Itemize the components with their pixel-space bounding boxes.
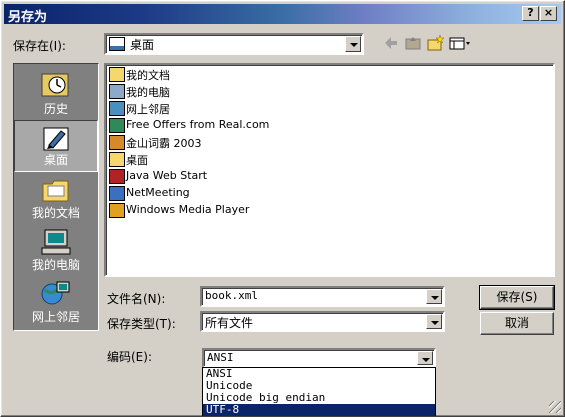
desktop-icon [41,125,73,153]
real-icon [109,118,125,133]
encoding-option-utf8[interactable]: UTF-8 [203,404,435,416]
window-title: 另存为 [8,10,48,25]
save-in-label: 保存在(I): [13,39,66,53]
resize-grip[interactable] [549,401,561,413]
filetype-value: 所有文件 [205,316,254,330]
filename-input[interactable]: book.xml [200,286,445,307]
file-list[interactable]: 我的文档 我的电脑 网上邻居 Free Offers from Real.com… [104,63,555,277]
filename-label: 文件名(N): [107,292,166,306]
media-player-icon [109,203,125,218]
encoding-value: ANSI [207,351,234,364]
encoding-dropdown-list: ANSI Unicode Unicode big endian UTF-8 [202,367,436,416]
save-in-value: 桌面 [130,38,155,52]
network-places-icon [40,280,72,308]
my-documents-icon [109,67,125,82]
folder-icon [109,152,125,167]
up-folder-icon[interactable] [404,34,422,52]
my-computer-icon [109,84,125,99]
view-menu-icon[interactable] [448,34,472,52]
history-icon [40,72,72,100]
filetype-select[interactable]: 所有文件 [200,311,445,332]
place-my-documents[interactable]: 我的文档 [14,172,98,224]
desktop-icon [109,37,125,51]
place-network[interactable]: 网上邻居 [14,276,98,328]
place-desktop[interactable]: 桌面 [14,120,98,172]
back-arrow-icon[interactable] [382,34,400,52]
encoding-select[interactable]: ANSI [202,348,436,368]
save-as-dialog: 另存为 ? × 保存在(I): 桌面 历史 桌面 我的文档 我的电脑 网上邻居 … [0,0,565,417]
place-my-computer[interactable]: 我的电脑 [14,224,98,276]
my-documents-icon [40,176,72,204]
my-computer-icon [40,228,72,256]
places-bar: 历史 桌面 我的文档 我的电脑 网上邻居 [13,63,99,331]
close-button[interactable]: × [540,6,557,21]
filename-value: book.xml [205,289,258,302]
save-in-dropdown-button[interactable] [345,36,361,52]
new-folder-icon[interactable] [426,34,445,52]
java-icon [109,169,125,184]
title-bar: 另存为 ? × [4,4,561,25]
kingsoft-icon [109,135,125,150]
network-places-icon [109,101,125,116]
filename-dropdown-button[interactable] [426,289,442,304]
save-in-combo[interactable]: 桌面 [104,33,364,55]
save-button[interactable]: 保存(S) [479,285,555,310]
help-button[interactable]: ? [522,6,539,21]
filetype-label: 保存类型(T): [107,317,176,331]
encoding-label: 编码(E): [107,350,152,364]
cancel-button[interactable]: 取消 [480,312,554,335]
filetype-dropdown-button[interactable] [426,314,442,329]
encoding-dropdown-button[interactable] [417,351,433,365]
place-history[interactable]: 历史 [14,68,98,120]
netmeeting-icon [109,186,125,201]
